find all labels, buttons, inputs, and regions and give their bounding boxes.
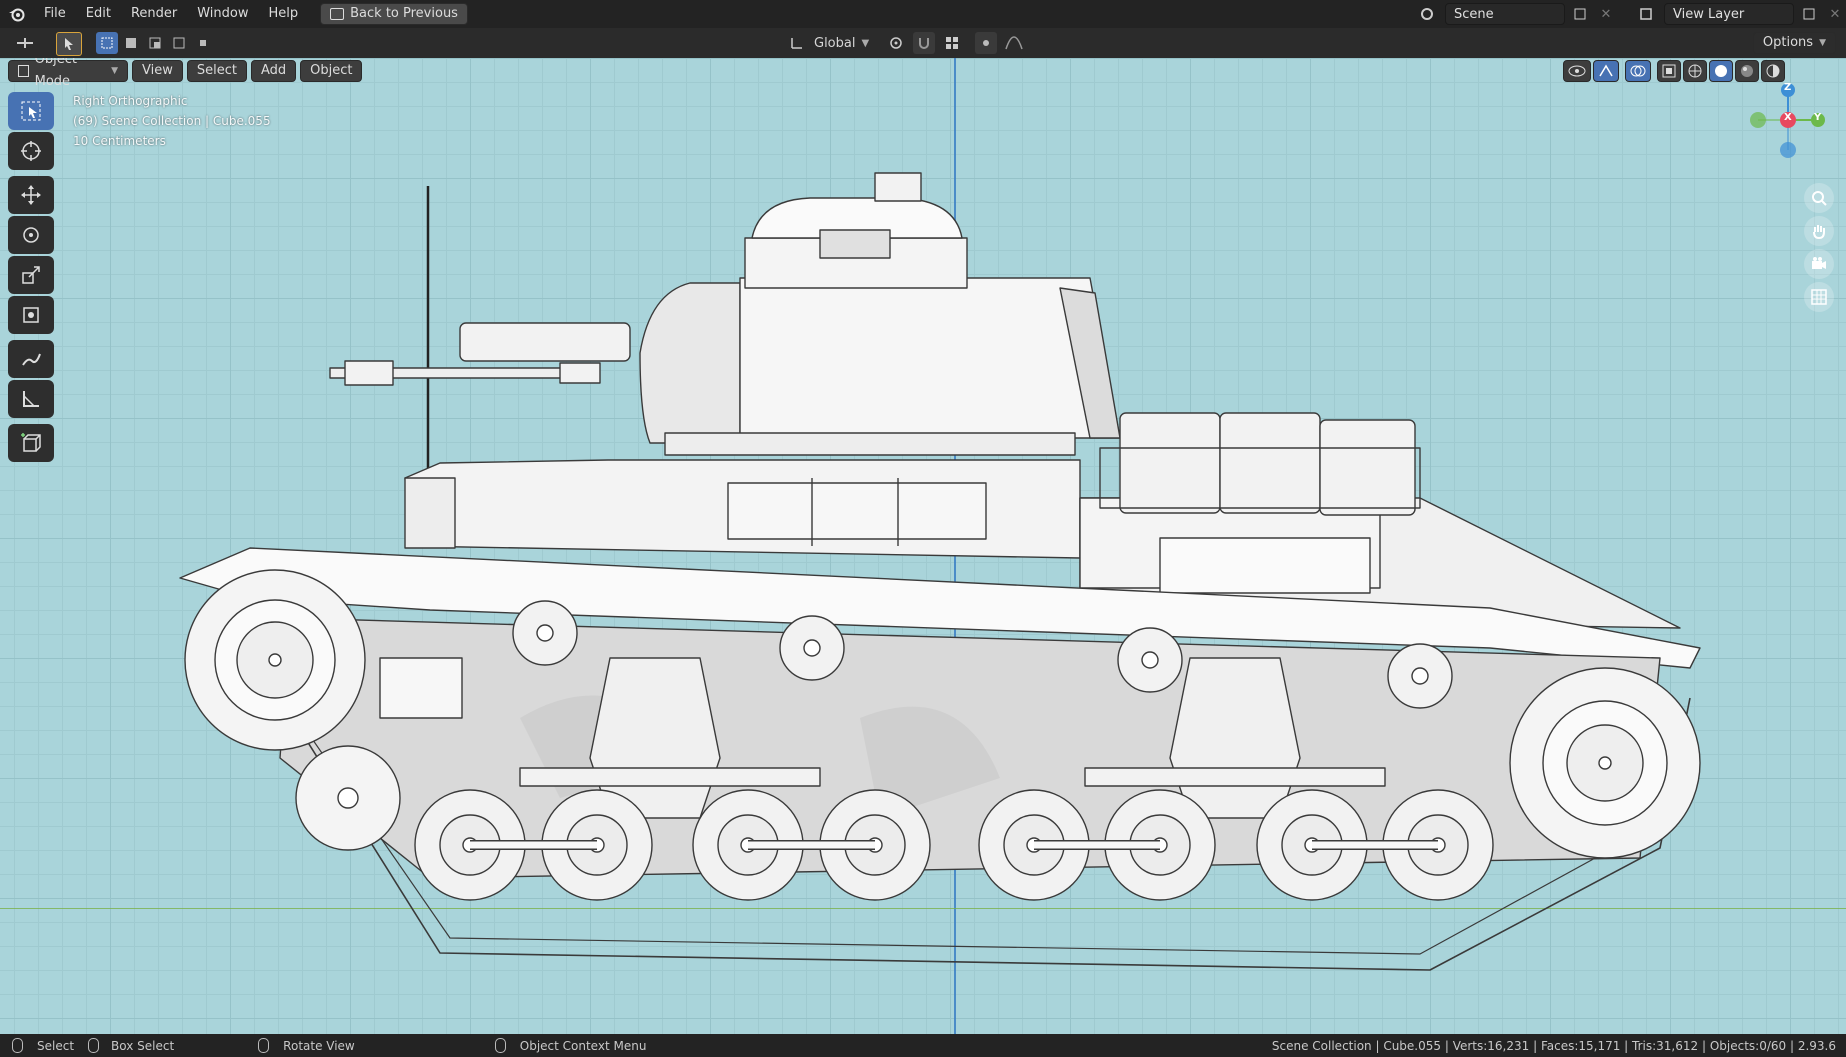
mouse-left-icon bbox=[12, 1038, 23, 1053]
proportional-editing-icon[interactable] bbox=[975, 32, 998, 54]
close-scene-icon[interactable]: ✕ bbox=[1595, 3, 1617, 25]
blender-logo-icon[interactable] bbox=[0, 3, 34, 25]
snap-toggle-icon[interactable] bbox=[913, 32, 936, 54]
select-mode-invert-icon[interactable] bbox=[168, 32, 190, 54]
new-view-layer-icon[interactable] bbox=[1798, 3, 1820, 25]
back-to-previous-button[interactable]: Back to Previous bbox=[320, 3, 468, 25]
scene-name-field[interactable]: Scene bbox=[1445, 3, 1565, 25]
3d-viewport[interactable]: Object Mode ▼ View Select Add Object Rig… bbox=[0, 58, 1846, 1034]
snap-increment-icon[interactable] bbox=[941, 32, 963, 54]
mouse-right-icon bbox=[494, 1038, 506, 1053]
select-mode-intersect-icon[interactable] bbox=[192, 32, 214, 54]
menu-edit[interactable]: Edit bbox=[76, 0, 121, 28]
falloff-icon[interactable] bbox=[1003, 32, 1025, 54]
menu-window[interactable]: Window bbox=[187, 0, 258, 28]
menu-help[interactable]: Help bbox=[259, 0, 309, 28]
back-label: Back to Previous bbox=[350, 6, 458, 21]
select-tool-icon[interactable] bbox=[56, 32, 82, 56]
status-bar: Select Box Select Rotate View Object Con… bbox=[0, 1034, 1846, 1057]
transform-orientation-dropdown[interactable]: Global bbox=[814, 36, 855, 51]
scene-statistics: Scene Collection | Cube.055 | Verts:16,2… bbox=[1271, 1038, 1836, 1053]
menu-file[interactable]: File bbox=[34, 0, 76, 28]
view-layer-field[interactable]: View Layer bbox=[1664, 3, 1794, 25]
options-dropdown[interactable]: Options ▼ bbox=[1752, 32, 1836, 54]
top-menu-bar: File Edit Render Window Help Back to Pre… bbox=[0, 0, 1846, 28]
chevron-down-icon: ▼ bbox=[861, 37, 870, 49]
pivot-point-icon[interactable] bbox=[885, 32, 907, 54]
editor-type-icon[interactable] bbox=[10, 32, 40, 54]
select-mode-subtract-icon[interactable] bbox=[144, 32, 166, 54]
view-layer-icon[interactable] bbox=[1632, 3, 1660, 25]
back-icon bbox=[330, 8, 345, 20]
menu-render[interactable]: Render bbox=[121, 0, 187, 28]
new-scene-icon[interactable] bbox=[1569, 3, 1591, 25]
close-view-layer-icon[interactable]: ✕ bbox=[1824, 3, 1846, 25]
mouse-middle-icon bbox=[258, 1038, 270, 1053]
select-mode-new-icon[interactable] bbox=[96, 32, 118, 54]
chevron-down-icon: ▼ bbox=[1819, 38, 1826, 48]
transform-orientation-icon bbox=[786, 32, 808, 54]
options-label: Options bbox=[1762, 35, 1814, 50]
select-mode-extend-icon[interactable] bbox=[120, 32, 142, 54]
scene-selector-icon[interactable] bbox=[1413, 3, 1441, 25]
status-select: Select bbox=[37, 1038, 75, 1053]
tool-header: Global ▼ Options ▼ bbox=[0, 28, 1846, 59]
status-rotate-view: Rotate View bbox=[283, 1038, 355, 1053]
tank-model[interactable] bbox=[0, 58, 1846, 1034]
status-box-select: Box Select bbox=[111, 1038, 175, 1053]
mouse-drag-icon bbox=[88, 1038, 100, 1053]
status-context-menu: Object Context Menu bbox=[519, 1038, 647, 1053]
